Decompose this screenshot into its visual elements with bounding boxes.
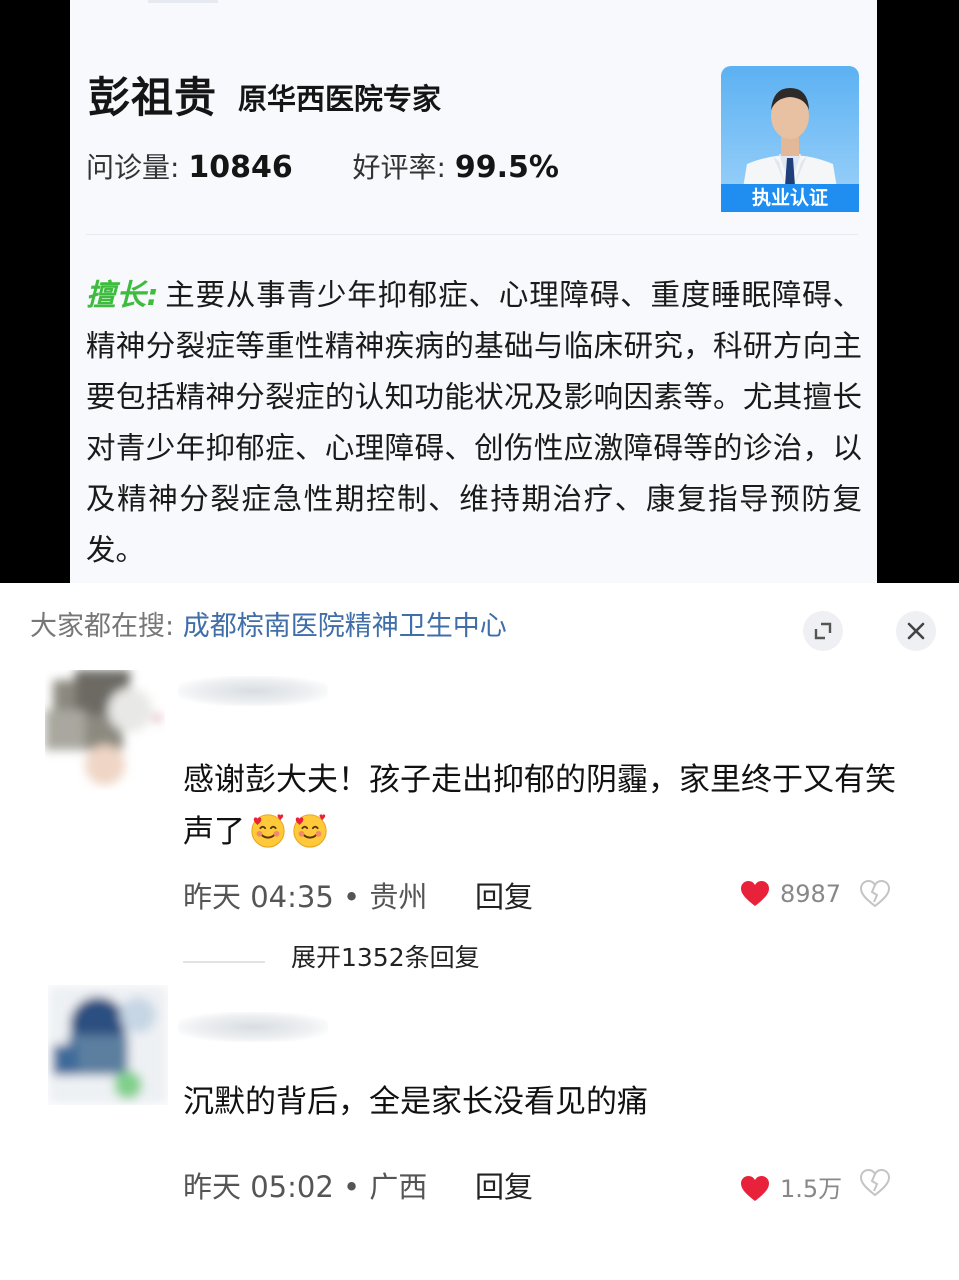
consult-count: 10846 [188, 150, 293, 185]
expertise-text: 主要从事青少年抑郁症、心理障碍、重度睡眠障碍、精神分裂症等重性精神疾病的基础与临… [86, 278, 862, 567]
close-icon [907, 622, 925, 640]
expand-button[interactable] [803, 611, 843, 651]
smiling-face-with-hearts-icon [251, 814, 285, 848]
expand-replies-label: 展开1352条回复 [291, 943, 480, 972]
consult-label: 问诊量: [86, 151, 180, 184]
avatar[interactable] [48, 985, 168, 1105]
doctor-photo: 执业认证 [721, 66, 859, 212]
expertise-paragraph: 擅长: 主要从事青少年抑郁症、心理障碍、重度睡眠障碍、精神分裂症等重性精神疾病的基… [86, 270, 862, 576]
comment-time: 昨天 05:02 [183, 1170, 334, 1204]
comment-time: 昨天 04:35 [183, 880, 334, 914]
smiling-face-with-hearts-icon [293, 814, 327, 848]
close-button[interactable] [896, 611, 936, 651]
doctor-card-screenshot: 彭祖贵 原华西医院专家 问诊量: 10846 好评率: 99.5% 执业认证 擅… [0, 0, 959, 583]
expand-replies[interactable]: 展开1352条回复 [183, 938, 480, 974]
top-divider [148, 0, 218, 3]
blurred-avatar-image [45, 670, 161, 785]
rating-value: 99.5% [454, 150, 559, 185]
like-count: 1.5万 [780, 1175, 843, 1203]
doctor-name: 彭祖贵 [88, 73, 218, 122]
trending-search: 大家都在搜: 成都棕南医院精神卫生中心 [30, 604, 507, 643]
reply-button[interactable]: 回复 [475, 874, 533, 916]
search-label: 大家都在搜: [30, 611, 175, 642]
comment-text: 感谢彭大夫！孩子走出抑郁的阴霾，家里终于又有笑声了 [183, 754, 913, 858]
expand-divider-line [183, 960, 265, 963]
avatar[interactable] [45, 670, 165, 790]
comment-meta: 昨天 04:35 • 贵州 [183, 880, 428, 914]
dislike-button[interactable] [859, 879, 891, 912]
username-blurred[interactable] [178, 1012, 328, 1042]
comment-location: 广西 [369, 1170, 428, 1204]
heart-filled-icon [741, 1176, 769, 1201]
heart-filled-icon [741, 881, 769, 906]
like-count: 8987 [780, 880, 842, 908]
doctor-stats: 问诊量: 10846 好评率: 99.5% [86, 146, 559, 186]
comment-location: 贵州 [369, 880, 428, 914]
certification-badge: 执业认证 [721, 184, 859, 212]
comment-meta: 昨天 05:02 • 广西 [183, 1170, 428, 1204]
doctor-card: 彭祖贵 原华西医院专家 问诊量: 10846 好评率: 99.5% 执业认证 擅… [70, 0, 877, 583]
doctor-title: 原华西医院专家 [238, 82, 442, 116]
broken-heart-icon [859, 1168, 891, 1197]
comment-text: 沉默的背后，全是家长没看见的痛 [183, 1084, 648, 1120]
section-divider [86, 234, 858, 235]
expertise-label: 擅长: [86, 278, 159, 312]
blurred-avatar-image [48, 985, 168, 1105]
rating-label: 好评率: [352, 151, 446, 184]
username-blurred[interactable] [178, 676, 328, 706]
like-button[interactable]: 1.5万 [740, 1169, 842, 1204]
search-term-link[interactable]: 成都棕南医院精神卫生中心 [183, 611, 507, 642]
broken-heart-icon [859, 879, 891, 908]
reply-button[interactable]: 回复 [475, 1164, 533, 1206]
like-button[interactable]: 8987 [740, 880, 841, 908]
dislike-button[interactable] [859, 1168, 891, 1201]
expand-icon [814, 622, 832, 640]
comment-body: 感谢彭大夫！孩子走出抑郁的阴霾，家里终于又有笑声了 [183, 762, 896, 850]
